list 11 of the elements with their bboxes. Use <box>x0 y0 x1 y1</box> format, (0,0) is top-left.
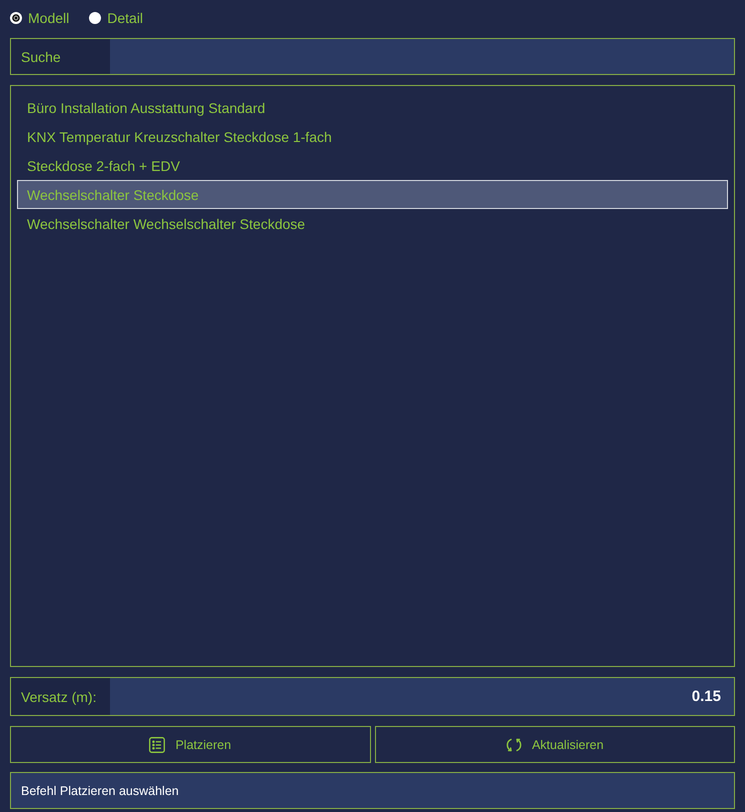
list-item[interactable]: Wechselschalter Wechselschalter Steckdose <box>17 209 728 238</box>
refresh-icon <box>506 736 522 752</box>
status-bar: Befehl Platzieren auswählen <box>10 772 735 809</box>
list-item[interactable]: Büro Installation Ausstattung Standard <box>17 93 728 122</box>
list-icon <box>149 736 166 752</box>
refresh-button[interactable]: Aktualisieren <box>374 726 735 763</box>
list-item[interactable]: Steckdose 2-fach + EDV <box>17 151 728 180</box>
radio-option[interactable]: Modell <box>10 10 70 26</box>
radio-option[interactable]: Detail <box>89 10 144 26</box>
list-item[interactable]: KNX Temperatur Kreuzschalter Steckdose 1-fach <box>17 122 728 151</box>
place-button[interactable]: Platzieren <box>10 726 370 763</box>
